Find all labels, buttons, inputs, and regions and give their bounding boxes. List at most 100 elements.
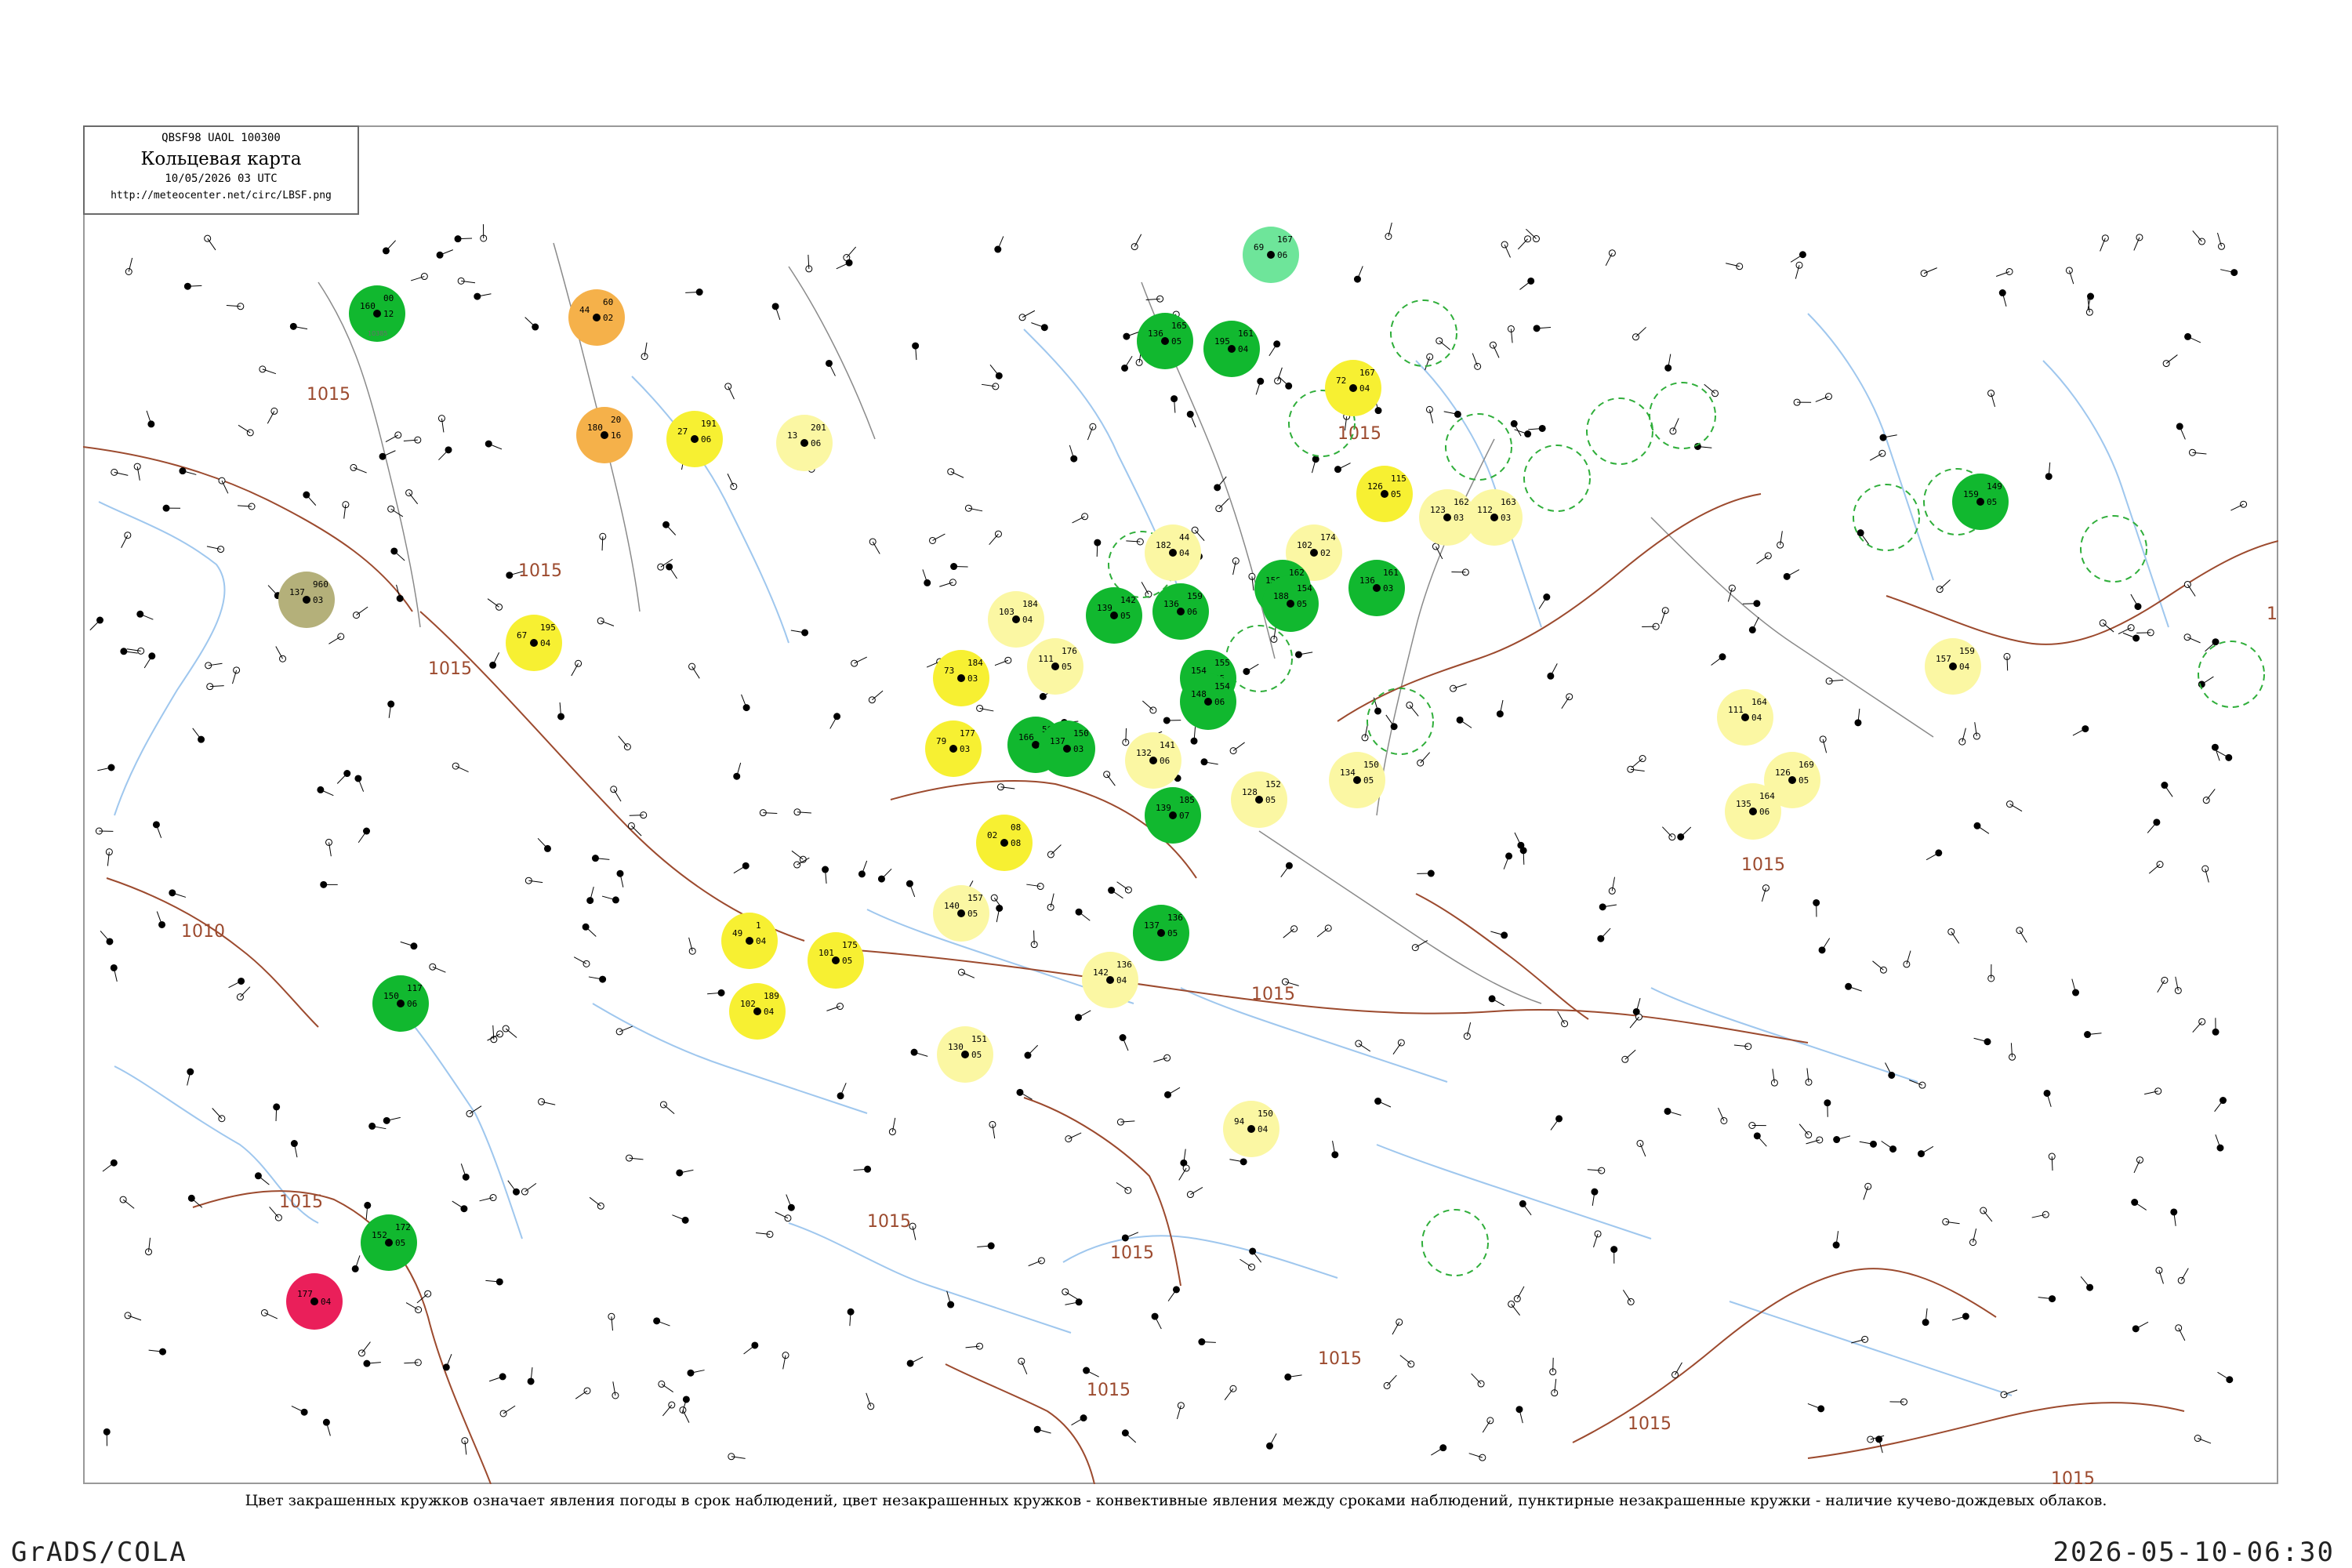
map-url[interactable]: http://meteocenter.net/circ/LBSF.png — [85, 190, 358, 201]
weather-station[interactable]: 159 05 149 — [1952, 474, 2009, 530]
weather-station[interactable]: 72 04 167 — [1325, 360, 1381, 416]
weather-station[interactable]: 137 05 136 — [1133, 905, 1189, 961]
weather-station[interactable]: 112 03 163 — [1466, 489, 1523, 546]
station-plot — [743, 1341, 759, 1355]
station-plot — [352, 606, 368, 619]
station-plot — [1186, 1187, 1203, 1199]
station-plot — [452, 762, 469, 773]
weather-station[interactable]: 128 05 152 — [1231, 771, 1287, 828]
station-plot — [1355, 1040, 1371, 1052]
weather-station[interactable]: 102 04 189 — [729, 983, 786, 1040]
weather-station[interactable]: 137 03 960 — [278, 572, 335, 628]
station-plot — [1269, 340, 1281, 357]
weather-station[interactable]: 13 06 201 — [776, 415, 833, 471]
weather-station[interactable]: 160 12 00 10385 — [349, 285, 405, 342]
station-dot — [957, 674, 965, 682]
station-value: 184 — [1022, 599, 1038, 609]
weather-station[interactable]: 148 06 154 — [1180, 673, 1236, 730]
weather-station[interactable]: 134 05 150 — [1329, 752, 1385, 808]
weather-station[interactable]: 136 03 161 — [1348, 560, 1405, 616]
map-title: Кольцевая карта — [140, 149, 302, 169]
weather-station[interactable]: 188 05 154 — [1262, 575, 1319, 632]
weather-station[interactable]: 157 04 159 — [1925, 638, 1981, 695]
station-plot — [1468, 1453, 1486, 1461]
station-value: 72 — [1336, 376, 1346, 386]
station-plot — [2230, 500, 2248, 511]
weather-station[interactable]: 73 03 184 — [933, 650, 989, 706]
weather-station[interactable]: 195 04 161 — [1203, 321, 1260, 377]
station-value: 148 — [1191, 689, 1207, 699]
station-value: 150 — [1073, 728, 1089, 739]
weather-station[interactable]: 49 04 1 — [721, 913, 778, 969]
station-plot — [2122, 632, 2140, 642]
station-plot — [490, 1025, 498, 1044]
weather-station[interactable]: 94 04 150 — [1223, 1101, 1279, 1157]
station-plot — [1538, 593, 1551, 609]
weather-station[interactable]: 136 06 159 — [1152, 583, 1209, 640]
weather-station[interactable]: 101 05 175 — [808, 932, 864, 989]
station-plot — [226, 303, 245, 310]
weather-station[interactable]: 130 05 151 — [937, 1026, 993, 1083]
station-plot — [317, 786, 334, 797]
weather-station[interactable]: 79 03 177 — [925, 720, 982, 777]
station-plot — [741, 694, 750, 712]
weather-station[interactable]: 126 05 115 — [1356, 466, 1413, 522]
station-plot — [2214, 1097, 2227, 1112]
weather-station[interactable]: 132 06 141 — [1125, 732, 1181, 789]
weather-station[interactable]: 02 08 08 — [976, 815, 1033, 871]
station-plot — [676, 1169, 694, 1177]
synoptic-map[interactable]: 1015 1015 1015 1010 1015 1015 1015 1015 1015 1015… — [83, 125, 2278, 1484]
cb-ring — [2080, 515, 2147, 583]
weather-station[interactable]: 150 06 117 — [372, 975, 429, 1032]
weather-station[interactable]: 136 05 165 — [1137, 313, 1193, 369]
weather-station[interactable]: 67 04 195 — [506, 615, 562, 671]
station-plot — [662, 521, 677, 535]
station-plot — [322, 1418, 331, 1436]
station-plot — [1507, 325, 1515, 343]
station-value: 165 — [1171, 321, 1187, 331]
weather-station[interactable]: 180 16 20 — [576, 407, 633, 463]
station-plot — [1677, 826, 1692, 840]
weather-station[interactable]: 140 05 157 — [933, 885, 989, 942]
station-plot — [379, 450, 396, 460]
station-plot — [385, 431, 402, 442]
station-value: 03 — [1501, 513, 1511, 523]
weather-station[interactable]: 139 07 185 — [1145, 787, 1201, 844]
station-plot — [1065, 1132, 1082, 1143]
station-plot — [658, 1380, 673, 1392]
station-plot — [1748, 617, 1759, 633]
station-plot — [1973, 722, 1980, 740]
station-plot — [383, 1116, 401, 1124]
station-value: 135 — [1736, 799, 1751, 809]
station-plot — [2176, 423, 2186, 440]
station-plot — [733, 762, 742, 780]
station-plot — [1770, 1069, 1778, 1087]
weather-station[interactable]: 177 04 — [286, 1273, 343, 1330]
weather-station[interactable]: 137 03 150 — [1039, 720, 1095, 777]
station-plot — [869, 538, 880, 554]
station-plot — [1331, 1141, 1339, 1159]
station-plot — [1777, 531, 1784, 549]
station-plot — [626, 1154, 644, 1162]
station-plot — [1514, 429, 1532, 438]
station-plot — [1605, 249, 1616, 267]
station-plot — [2071, 978, 2080, 996]
station-plot — [2016, 927, 2027, 943]
station-plot — [259, 365, 277, 375]
weather-station[interactable]: 135 06 164 — [1725, 783, 1781, 840]
weather-station[interactable]: 142 04 136 — [1082, 952, 1138, 1008]
weather-station[interactable]: 182 04 44 — [1145, 524, 1201, 581]
weather-station[interactable]: 152 05 172 — [361, 1214, 417, 1271]
weather-station[interactable]: 139 05 142 — [1086, 587, 1142, 644]
weather-station[interactable]: 103 04 184 — [988, 591, 1044, 648]
weather-station[interactable]: 27 06 191 — [666, 411, 723, 467]
weather-station[interactable]: 111 04 164 — [1717, 689, 1773, 746]
weather-station[interactable]: 44 02 60 — [568, 289, 625, 346]
station-plot — [1733, 1043, 1752, 1051]
weather-station[interactable]: 69 06 167 — [1243, 227, 1299, 283]
station-value: 04 — [756, 936, 767, 946]
station-plot — [1610, 1246, 1618, 1264]
isobar-label: 1010 — [181, 922, 225, 942]
weather-station[interactable]: 111 05 176 — [1027, 638, 1083, 695]
station-plot — [573, 956, 590, 967]
